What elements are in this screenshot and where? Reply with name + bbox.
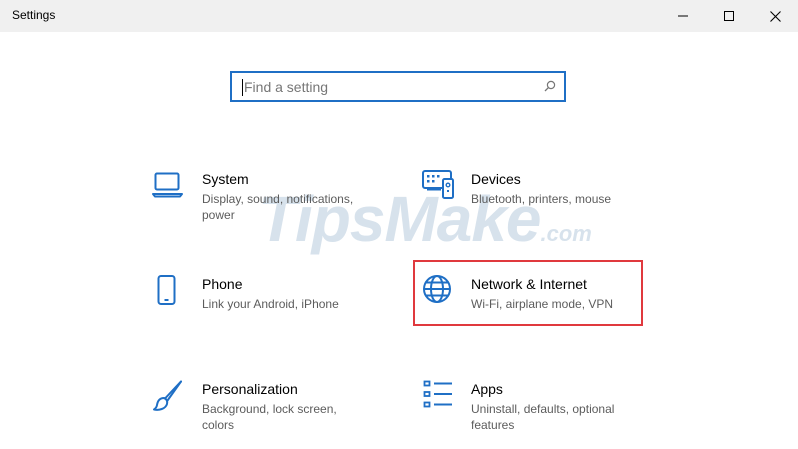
tile-description: Background, lock screen, colors (202, 402, 337, 432)
tile-description: Link your Android, iPhone (202, 297, 339, 311)
tile-description: Display, sound, notifications, power (202, 192, 354, 222)
title-bar: Settings (0, 0, 798, 32)
search-input[interactable] (244, 73, 534, 100)
minimize-icon (678, 15, 688, 17)
highlight-box (413, 260, 643, 326)
tile-personalization[interactable]: Personalization Background, lock screen,… (152, 380, 378, 444)
search-icon[interactable] (544, 80, 556, 92)
tile-title: Phone (202, 276, 243, 292)
close-icon (769, 10, 781, 22)
tile-description: Bluetooth, printers, mouse (471, 192, 612, 206)
text-caret (242, 79, 243, 96)
tile-devices[interactable]: Devices Bluetooth, printers, mouse (421, 170, 647, 234)
tile-title: Devices (471, 171, 521, 187)
minimize-button[interactable] (660, 0, 706, 32)
maximize-icon (724, 11, 734, 21)
tile-title: Apps (471, 381, 503, 397)
close-button[interactable] (752, 0, 798, 32)
tile-apps[interactable]: Apps Uninstall, defaults, optional featu… (421, 380, 647, 444)
tile-description: Uninstall, defaults, optional features (471, 402, 615, 432)
app-list-icon (423, 380, 452, 408)
search-box[interactable] (230, 71, 566, 102)
tile-phone[interactable]: Phone Link your Android, iPhone (152, 275, 378, 339)
maximize-button[interactable] (706, 0, 752, 32)
tile-system[interactable]: System Display, sound, notifications, po… (152, 170, 378, 234)
window-title: Settings (12, 8, 56, 22)
tile-title: Personalization (202, 381, 298, 397)
laptop-icon (152, 172, 183, 198)
keyboard-icon (422, 170, 454, 199)
tile-title: System (202, 171, 249, 187)
phone-icon (157, 275, 176, 305)
paintbrush-icon (153, 380, 182, 411)
